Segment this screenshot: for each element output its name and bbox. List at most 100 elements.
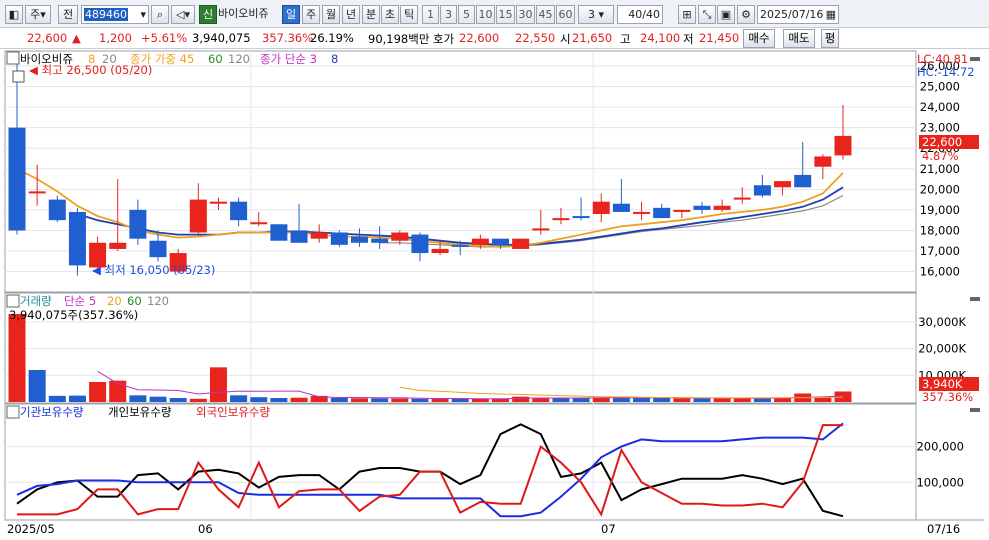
interval-3-button[interactable]: 3 bbox=[440, 5, 457, 24]
volume-bar bbox=[673, 398, 691, 402]
candle-body bbox=[774, 181, 792, 188]
volume-bar bbox=[270, 398, 288, 402]
panel-menu-icon[interactable] bbox=[6, 51, 20, 65]
candle-body bbox=[592, 201, 610, 214]
candle-body bbox=[310, 232, 328, 239]
volume-bar bbox=[350, 398, 368, 402]
period-month-button[interactable]: 월 bbox=[322, 5, 340, 24]
period-year-button[interactable]: 년 bbox=[342, 5, 360, 24]
date-input[interactable]: 2025/07/16 ▦ bbox=[757, 5, 839, 24]
trade-amount: 90,198백만 bbox=[368, 32, 430, 46]
volume-bar bbox=[834, 391, 852, 402]
high-marker-label: ◀ 최고 26,500 (05/20) bbox=[29, 63, 152, 77]
speaker-icon[interactable]: ◁▾ bbox=[171, 5, 195, 24]
candle-body bbox=[109, 242, 127, 249]
volume-value: 3,940,075 bbox=[192, 31, 251, 45]
holding-legend-foreign: 외국인보유수량 bbox=[196, 405, 270, 419]
current-price: 22,600 bbox=[27, 31, 68, 45]
volume-bar bbox=[149, 396, 167, 402]
price-panel-frame bbox=[4, 50, 917, 293]
interval-10-button[interactable]: 10 bbox=[476, 5, 495, 24]
volume-bar bbox=[68, 395, 86, 402]
volume-bar bbox=[411, 398, 429, 402]
candle-body bbox=[350, 236, 368, 243]
volume-bar bbox=[572, 398, 590, 402]
period-second-button[interactable]: 초 bbox=[381, 5, 399, 24]
chart-area[interactable]: 16,00017,00018,00019,00020,00021,00022,0… bbox=[0, 50, 989, 540]
interval-30-button[interactable]: 30 bbox=[516, 5, 535, 24]
price-tick-label: 18,000 bbox=[920, 223, 960, 237]
grid-icon[interactable]: ⊞ bbox=[678, 5, 696, 24]
candle-body bbox=[673, 209, 691, 212]
ask-price: 22,600 bbox=[459, 31, 500, 45]
candle-body bbox=[512, 238, 530, 249]
calendar-icon[interactable]: ▦ bbox=[826, 6, 836, 23]
candle-body bbox=[552, 218, 570, 221]
price-tick-label: 20,000 bbox=[920, 182, 960, 196]
price-legend-w120: 120 bbox=[228, 52, 250, 66]
candle-body bbox=[834, 135, 852, 156]
buy-button[interactable]: 매수 bbox=[743, 29, 775, 48]
candle-body bbox=[753, 185, 771, 196]
interval-45-button[interactable]: 45 bbox=[536, 5, 555, 24]
calendar-marker-icon[interactable] bbox=[12, 70, 25, 83]
volume-bar bbox=[713, 398, 731, 402]
volume-legend-60: 60 bbox=[127, 294, 142, 308]
candle-body bbox=[471, 238, 489, 245]
price-change: 1,200 bbox=[99, 31, 132, 45]
interval-select-value: 3 bbox=[587, 8, 595, 21]
x-label-right-date: 07/16 bbox=[927, 522, 960, 536]
eval-button[interactable]: 평 bbox=[821, 29, 839, 48]
volume-bar bbox=[391, 398, 409, 402]
dropdown-icon[interactable]: ▾ bbox=[140, 6, 146, 23]
candle-body bbox=[330, 232, 348, 245]
quote-bar: 22,600 ▲ 1,200 +5.61% 3,940,075 357.36% … bbox=[0, 28, 989, 49]
count-input[interactable]: 40/40 bbox=[617, 5, 663, 24]
x-label-2025-05: 2025/05 bbox=[7, 522, 55, 536]
volume-bar bbox=[592, 398, 610, 402]
market-label: 주 bbox=[30, 8, 41, 21]
crosshair-icon[interactable]: ⤡ bbox=[698, 5, 716, 24]
period-day-button[interactable]: 일 bbox=[282, 5, 300, 24]
save-icon[interactable]: ▣ bbox=[717, 5, 735, 24]
candle-body bbox=[653, 207, 671, 219]
interval-select[interactable]: 3 ▾ bbox=[578, 5, 614, 24]
current-volume-tag-text: 3,940K bbox=[922, 377, 963, 391]
period-tick-button[interactable]: 틱 bbox=[400, 5, 418, 24]
candle-body bbox=[270, 224, 288, 241]
volume-bar bbox=[8, 314, 26, 402]
volume-panel-minimize-icon[interactable] bbox=[970, 297, 980, 301]
search-icon[interactable]: ⌕ bbox=[151, 5, 169, 24]
price-change-pct: +5.61% bbox=[141, 31, 188, 45]
low-marker-text: 최저 16,050 (05/23) bbox=[105, 263, 216, 277]
interval-15-button[interactable]: 15 bbox=[496, 5, 515, 24]
volume-panel-menu-icon[interactable] bbox=[6, 294, 20, 308]
hoga-label: 호가 bbox=[433, 32, 455, 46]
panel-minimize-icon[interactable] bbox=[970, 57, 980, 61]
period-minute-button[interactable]: 분 bbox=[362, 5, 380, 24]
period-week-button[interactable]: 주 bbox=[302, 5, 320, 24]
candle-body bbox=[814, 156, 832, 167]
stock-code-input[interactable]: 489460 ▾ bbox=[81, 5, 149, 24]
high-price: 24,100 bbox=[640, 31, 681, 45]
interval-1-button[interactable]: 1 bbox=[422, 5, 439, 24]
chart-svg[interactable]: 16,00017,00018,00019,00020,00021,00022,0… bbox=[0, 50, 989, 540]
lc-label: LC:40.81 bbox=[917, 52, 968, 66]
volume-bar bbox=[290, 397, 308, 402]
current-pct-tag-text: 4.87% bbox=[922, 149, 959, 163]
high-label: 고 bbox=[620, 32, 631, 46]
volume-info: 3,940,075주(357.36%) bbox=[9, 308, 138, 322]
holding-panel-menu-icon[interactable] bbox=[6, 405, 20, 419]
sell-button[interactable]: 매도 bbox=[783, 29, 815, 48]
volume-bar bbox=[512, 396, 530, 402]
volume-bar bbox=[230, 395, 248, 402]
layout-icon[interactable]: ◧ bbox=[5, 5, 23, 24]
new-badge: 신 bbox=[199, 5, 217, 24]
holding-panel-minimize-icon[interactable] bbox=[970, 408, 980, 412]
market-select[interactable]: 주▾ bbox=[25, 5, 51, 24]
interval-60-button[interactable]: 60 bbox=[556, 5, 575, 24]
prefix-button[interactable]: 전 bbox=[58, 5, 78, 24]
gear-icon[interactable]: ⚙ bbox=[737, 5, 755, 24]
candle-body bbox=[371, 238, 389, 243]
interval-5-button[interactable]: 5 bbox=[458, 5, 475, 24]
